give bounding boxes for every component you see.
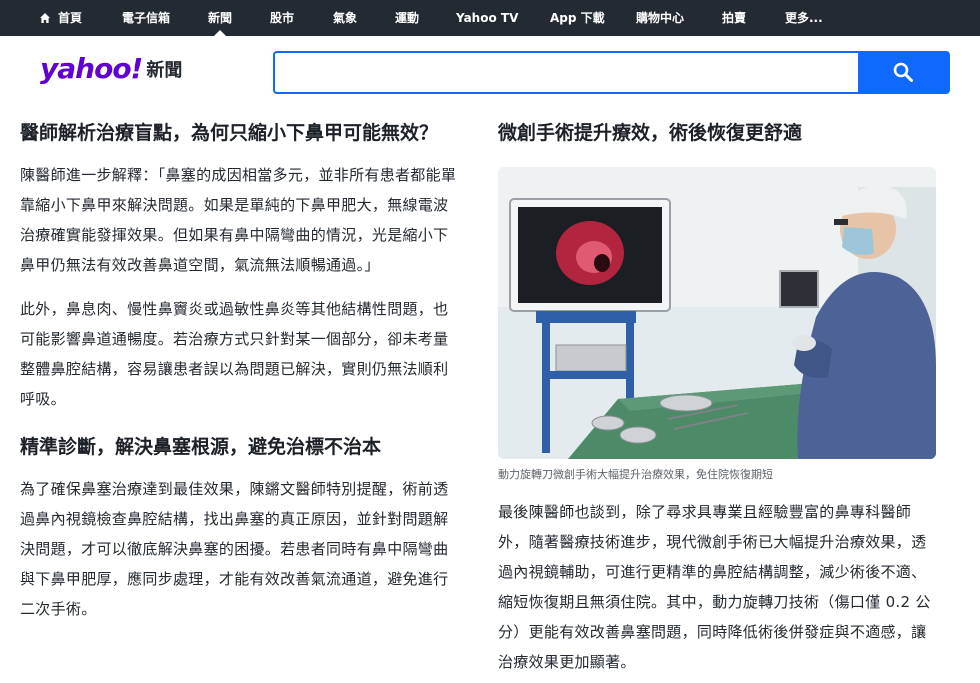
- nav-item-label: 電子信箱: [122, 11, 171, 25]
- nav-item-label: 氣象: [333, 11, 358, 25]
- article-paragraph: 最後陳醫師也談到，除了尋求具專業且經驗豐富的鼻專科醫師外，隨著醫療技術進步，現代…: [498, 503, 931, 671]
- nav-item-label: 購物中心: [636, 11, 685, 25]
- search-input[interactable]: [275, 53, 858, 92]
- nav-item-label: 新聞: [208, 11, 233, 25]
- search-icon: [893, 62, 913, 82]
- nav-item-label: 運動: [395, 11, 420, 25]
- nav-item-label: 更多...: [785, 11, 823, 25]
- nav-item-app-download[interactable]: App 下載: [550, 0, 605, 36]
- article-paragraph: 陳醫師進一步解釋：「鼻塞的成因相當多元，並非所有患者都能單靠縮小下鼻甲來解決問題…: [20, 166, 457, 274]
- photo-caption: 動力旋轉刀微創手術大幅提升治療效果，免住院恢復期短: [498, 468, 773, 481]
- nav-item-label: 股市: [270, 11, 295, 25]
- nav-item-shopping[interactable]: 購物中心: [636, 0, 684, 36]
- article-left-column: 醫師解析治療盲點，為何只縮小下鼻甲可能無效？ 陳醫師進一步解釋：「鼻塞的成因相當…: [20, 118, 460, 624]
- article-photo[interactable]: [498, 167, 936, 459]
- search-button[interactable]: [858, 51, 950, 94]
- top-nav-bar: 首頁 電子信箱 新聞 股市 氣象 運動 Yahoo TV App 下載 購物中心…: [0, 0, 980, 36]
- logo-wordmark: yahoo!: [40, 52, 143, 85]
- nav-item-auction[interactable]: 拍賣: [722, 0, 746, 36]
- article-right-column: 微創手術提升療效，術後恢復更舒適 動力旋轉刀微創手術大幅提升治療效果，免住院恢復…: [498, 118, 938, 677]
- nav-item-label: App 下載: [550, 11, 605, 25]
- home-icon: [40, 13, 50, 23]
- article-paragraph: 為了確保鼻塞治療達到最佳效果，陳鏘文醫師特別提醒，術前透過鼻內視鏡檢查鼻腔結構，…: [20, 480, 449, 618]
- nav-item-sports[interactable]: 運動: [395, 0, 419, 36]
- article-paragraph: 此外，鼻息肉、慢性鼻竇炎或過敏性鼻炎等其他結構性問題，也可能影響鼻道通暢度。若治…: [20, 300, 449, 408]
- search-box: [273, 51, 858, 94]
- nav-item-home[interactable]: 首頁: [40, 0, 82, 36]
- nav-item-stocks[interactable]: 股市: [270, 0, 294, 36]
- nav-item-more[interactable]: 更多...: [785, 0, 823, 36]
- nav-item-weather[interactable]: 氣象: [333, 0, 357, 36]
- nav-item-yahoo-tv[interactable]: Yahoo TV: [456, 0, 518, 36]
- section-heading: 精準診斷，解決鼻塞根源，避免治標不治本: [20, 436, 382, 458]
- logo-section-label: 新聞: [146, 59, 183, 81]
- nav-item-mail[interactable]: 電子信箱: [122, 0, 170, 36]
- nav-item-news[interactable]: 新聞: [208, 0, 232, 36]
- nav-item-label: 拍賣: [722, 11, 747, 25]
- section-heading: 微創手術提升療效，術後恢復更舒適: [498, 122, 803, 144]
- yahoo-news-logo[interactable]: yahoo! 新聞: [40, 52, 182, 92]
- surgery-illustration: [498, 167, 936, 459]
- section-heading: 醫師解析治療盲點，為何只縮小下鼻甲可能無效？: [20, 122, 439, 144]
- nav-item-label: 首頁: [58, 11, 83, 25]
- nav-item-label: Yahoo TV: [456, 11, 519, 25]
- active-tab-indicator: [214, 30, 226, 36]
